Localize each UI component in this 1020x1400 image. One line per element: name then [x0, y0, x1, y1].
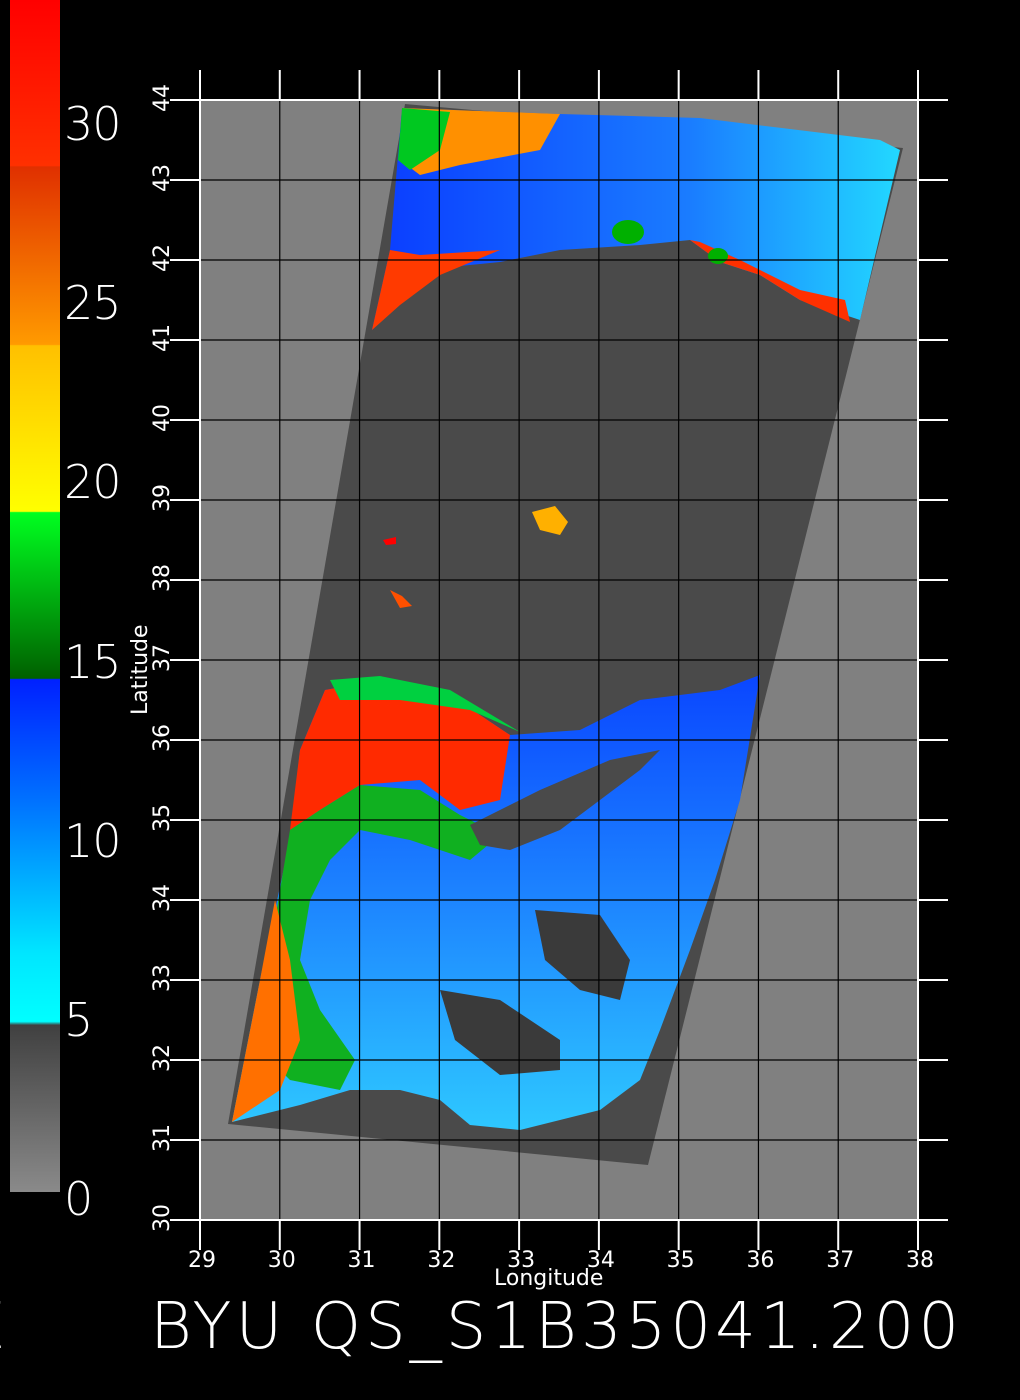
latitude-tick-label: 32 — [150, 1044, 175, 1072]
latitude-tick-label: 37 — [150, 644, 175, 672]
latitude-tick-label: 33 — [150, 964, 175, 992]
colorbar-tick-label: 15 — [64, 634, 122, 689]
longitude-tick-label: 30 — [267, 1248, 296, 1273]
longitude-tick-label: 31 — [347, 1248, 376, 1273]
longitude-tick-label: 38 — [906, 1248, 934, 1273]
latitude-tick-label: 43 — [150, 164, 175, 192]
latitude-tick-label: 42 — [150, 244, 175, 272]
longitude-tick-label: 37 — [826, 1248, 855, 1273]
wind-map-figure — [10, 0, 948, 1250]
latitude-tick-label: 30 — [150, 1204, 175, 1232]
colorbar-tick-label: 30 — [64, 97, 122, 151]
latitude-tick-label: 38 — [150, 564, 175, 592]
footer-banner: E BYU QS_S1B35041.200 — [0, 1290, 1020, 1370]
colorbar — [10, 0, 60, 1192]
latitude-tick-label: 36 — [150, 724, 175, 752]
colorbar-tick-label: 0 — [64, 1172, 93, 1226]
latitude-tick-label: 40 — [150, 404, 175, 432]
latitude-tick-label: 35 — [150, 804, 175, 832]
latitude-tick-label: 41 — [150, 324, 175, 352]
footer-title: BYU QS_S1B35041.200 — [150, 1290, 964, 1364]
longitude-tick-label: 29 — [188, 1248, 216, 1273]
longitude-tick-label: 35 — [666, 1248, 695, 1273]
longitude-tick-label: 32 — [427, 1248, 456, 1273]
colorbar-tick-label: 5 — [64, 992, 93, 1047]
footer-left-fragment: E — [0, 1290, 10, 1364]
latitude-tick-label: 34 — [150, 884, 175, 912]
latitude-axis-title: Latitude — [128, 624, 153, 715]
colorbar-tick-label: 25 — [64, 276, 122, 331]
colorbar-tick-label: 10 — [64, 813, 122, 868]
longitude-axis-title: Longitude — [494, 1266, 604, 1291]
latitude-tick-label: 39 — [150, 484, 175, 512]
colorbar-tick-label: 20 — [64, 455, 122, 510]
longitude-tick-label: 36 — [746, 1248, 775, 1273]
latitude-tick-label: 31 — [150, 1124, 175, 1152]
latitude-tick-label: 44 — [150, 84, 175, 112]
